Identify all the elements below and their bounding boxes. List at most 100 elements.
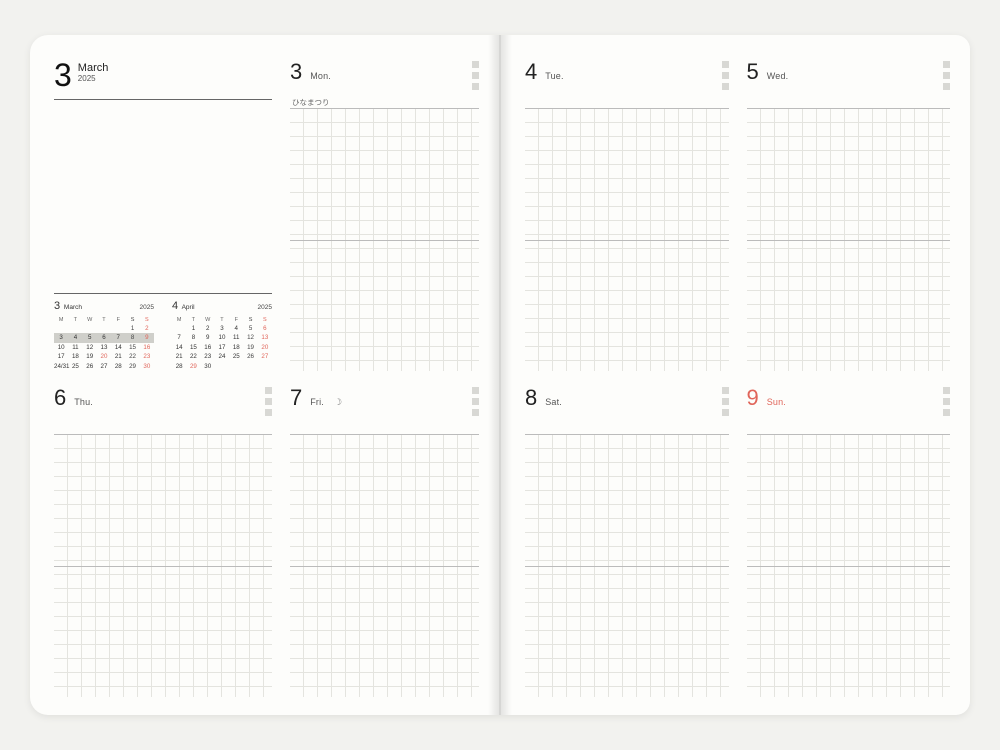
checkbox[interactable] (943, 409, 950, 416)
day-cell-tue: 4Tue. (525, 59, 729, 371)
checkbox[interactable] (722, 387, 729, 394)
checkbox[interactable] (943, 398, 950, 405)
day-cell-thu: 6 Thu. (54, 385, 272, 697)
mini-day: 3 (54, 333, 68, 342)
month-header-cell: 3 March 2025 3 March2025MTWTFSS123456789… (54, 59, 272, 371)
day-weekday: Thu. (74, 397, 93, 407)
mini-calendar: 4 April2025MTWTFSS1234567891011121314151… (172, 300, 272, 371)
mini-dow: T (215, 316, 229, 324)
checkbox[interactable] (265, 409, 272, 416)
day-cell-sun: 9Sun. (747, 385, 951, 697)
day-number: 8 (525, 385, 537, 411)
checkbox[interactable] (265, 398, 272, 405)
mini-day: 10 (54, 343, 68, 352)
mini-day: 9 (140, 333, 154, 342)
checkbox[interactable] (722, 398, 729, 405)
mini-calendar: 3 March2025MTWTFSS1234567891011121314151… (54, 300, 154, 371)
checkbox[interactable] (722, 72, 729, 79)
checkbox[interactable] (943, 72, 950, 79)
mini-day: 26 (83, 362, 97, 371)
holiday-label (56, 423, 272, 432)
day-number: 9 (747, 385, 759, 411)
mini-day: 27 (97, 362, 111, 371)
day-cell-mon: 3Mon.ひなまつり (290, 59, 479, 371)
mini-day (229, 362, 243, 371)
mini-day: 23 (201, 352, 215, 361)
checkbox[interactable] (943, 387, 950, 394)
checkbox[interactable] (943, 83, 950, 90)
writing-grid (525, 108, 729, 371)
checkbox[interactable] (472, 398, 479, 405)
checkbox[interactable] (472, 72, 479, 79)
checkbox[interactable] (722, 61, 729, 68)
mini-day: 21 (172, 352, 186, 361)
mini-day: 2 (140, 324, 154, 333)
mini-day: 4 (229, 324, 243, 333)
mini-day: 10 (215, 333, 229, 342)
mini-day: 7 (172, 333, 186, 342)
month-number: 3 (54, 59, 72, 91)
mini-day: 8 (125, 333, 139, 342)
mini-day (111, 324, 125, 333)
mini-day: 26 (243, 352, 257, 361)
day-cell-wed: 5Wed. (747, 59, 951, 371)
mini-dow: F (111, 316, 125, 324)
day-weekday: Mon. (310, 71, 331, 81)
mini-day (54, 324, 68, 333)
mini-day: 28 (111, 362, 125, 371)
page-right: 4Tue. 5Wed. 8Sat. 9Sun. (500, 35, 970, 715)
checkbox[interactable] (722, 83, 729, 90)
day-cell-fri: 7Fri.☽ (290, 385, 479, 697)
mini-month-num: 3 (54, 300, 60, 312)
checkbox-column (472, 59, 479, 90)
mini-day: 12 (83, 343, 97, 352)
checkbox[interactable] (472, 409, 479, 416)
mini-day: 17 (215, 343, 229, 352)
holiday-label (527, 97, 729, 106)
writing-grid (54, 434, 272, 697)
mini-dow: T (97, 316, 111, 324)
mini-day: 20 (97, 352, 111, 361)
mini-dow: F (229, 316, 243, 324)
mini-day: 17 (54, 352, 68, 361)
mini-day (172, 324, 186, 333)
mini-day: 4 (68, 333, 82, 342)
mini-year: 2025 (258, 304, 272, 311)
checkbox[interactable] (943, 61, 950, 68)
mini-day (83, 324, 97, 333)
checkbox[interactable] (472, 61, 479, 68)
mini-day: 2 (201, 324, 215, 333)
holiday-label: ひなまつり (292, 97, 479, 106)
mini-dow: T (68, 316, 82, 324)
mini-dow: S (243, 316, 257, 324)
checkbox[interactable] (265, 387, 272, 394)
checkbox[interactable] (722, 409, 729, 416)
mini-day: 23 (140, 352, 154, 361)
mini-day: 18 (229, 343, 243, 352)
day-weekday: Fri. (310, 397, 324, 407)
mini-day: 22 (125, 352, 139, 361)
mini-dow: S (140, 316, 154, 324)
mini-year: 2025 (140, 304, 154, 311)
mini-day: 15 (186, 343, 200, 352)
mini-day: 20 (258, 343, 272, 352)
writing-grid (747, 434, 951, 697)
mini-day: 19 (83, 352, 97, 361)
mini-day: 19 (243, 343, 257, 352)
holiday-label (527, 423, 729, 432)
checkbox-column (722, 59, 729, 90)
mini-dow: S (125, 316, 139, 324)
checkbox[interactable] (472, 83, 479, 90)
mini-month-num: 4 (172, 300, 178, 312)
mini-day: 29 (186, 362, 200, 371)
mini-day: 11 (229, 333, 243, 342)
writing-grid (290, 108, 479, 371)
day-number: 7 (290, 385, 302, 411)
mini-dow: M (54, 316, 68, 324)
mini-dow: W (83, 316, 97, 324)
checkbox[interactable] (472, 387, 479, 394)
mini-day: 25 (68, 362, 82, 371)
day-weekday: Wed. (767, 71, 789, 81)
day-number: 6 (54, 385, 66, 411)
mini-day: 11 (68, 343, 82, 352)
